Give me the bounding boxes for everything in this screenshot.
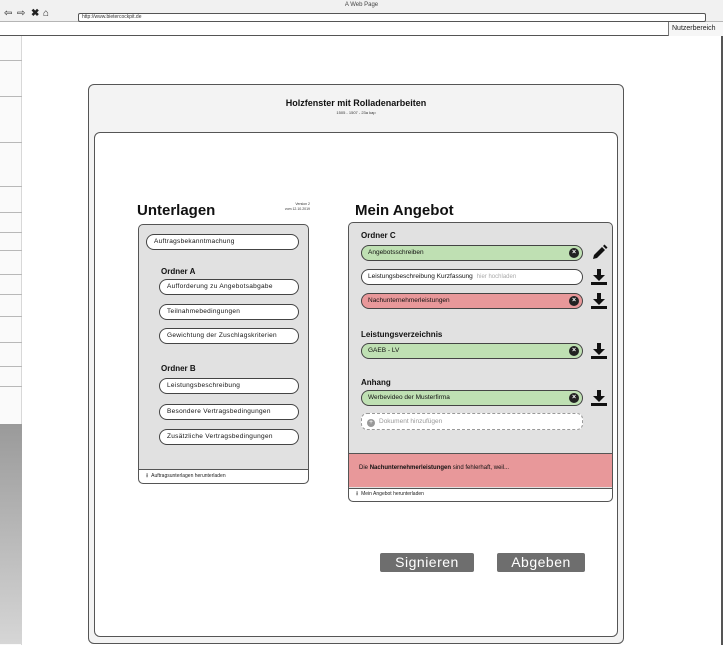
download-icon: ⭳ [146,473,149,479]
doc-besondere-vertragsbedingungen[interactable]: Besondere Vertragsbedingungen [159,404,299,420]
remove-icon[interactable]: × [569,296,579,306]
download-icon[interactable] [590,292,608,310]
download-icon: ⭳ [356,491,359,497]
home-icon[interactable]: ⌂ [43,9,49,19]
sign-button[interactable]: Signieren [380,553,474,572]
page-subtitle: 1505 - 1507 - 23a kap [336,110,376,115]
error-message: Die Nachunternehmerleistungen sind fehle… [349,453,612,487]
download-icon[interactable] [590,389,608,407]
window-title: A Web Page [344,2,379,8]
angebot-download-label: Mein Angebot herunterladen [361,491,424,497]
user-area-link[interactable]: Nutzerbereich [668,22,723,36]
upload-placeholder: hier hochladen [476,274,517,280]
address-bar[interactable]: http://www.bietercockpit.de [78,13,706,22]
version-date: vom 12.10.2019 [284,206,310,211]
remove-icon[interactable]: × [569,393,579,403]
slot-label: Werbevideo der Musterfirma [368,394,450,401]
doc-aufforderung[interactable]: Aufforderung zu Angebotsabgabe [159,279,299,295]
slot-nachunternehmerleistungen[interactable]: Nachunternehmerleistungen × [361,293,583,309]
forward-arrow-icon[interactable]: ⇨ [17,9,25,19]
download-icon[interactable] [590,342,608,360]
unterlagen-download-label: Auftragsunterlagen herunterladen [151,473,226,479]
close-icon[interactable]: ✖ [31,9,39,19]
leistungsverzeichnis-label: Leistungsverzeichnis [361,330,443,339]
add-document-label: Dokument hinzufügen [379,418,443,425]
doc-teilnahmebedingungen[interactable]: Teilnahmebedingungen [159,304,299,320]
browser-toolbar: A Web Page ⇦ ⇨ ✖ ⌂ http://www.bietercock… [0,0,723,22]
download-icon[interactable] [590,268,608,286]
slot-label: Leistungsbeschreibung Kurzfassung [368,273,473,280]
angebot-download-link[interactable]: ⭳ Mein Angebot herunterladen [349,488,612,501]
slot-leistungsbeschreibung-kurzfassung[interactable]: Leistungsbeschreibung Kurzfassung hier ho… [361,269,583,285]
left-sidebar-edge [0,36,22,645]
slot-gaeb-lv[interactable]: GAEB - LV × [361,343,583,359]
page-title: Holzfenster mit Rolladenarbeiten [285,98,427,108]
unterlagen-heading: Unterlagen [137,202,216,219]
remove-icon[interactable]: × [569,248,579,258]
version-info: Version 2 vom 12.10.2019 [250,202,310,211]
top-navigation-bar [0,22,723,36]
remove-icon[interactable]: × [569,346,579,356]
doc-gewichtung[interactable]: Gewichtung der Zuschlagskriterien [159,328,299,344]
submit-button[interactable]: Abgeben [497,553,585,572]
unterlagen-download-link[interactable]: ⭳ Auftragsunterlagen herunterladen [139,469,308,483]
folder-a-label: Ordner A [161,267,196,276]
slot-label: GAEB - LV [368,347,400,354]
slot-label: Nachunternehmerleistungen [368,297,450,304]
back-arrow-icon[interactable]: ⇦ [4,9,12,19]
add-document-button[interactable]: + Dokument hinzufügen [361,413,583,430]
error-highlight: Nachunternehmerleistungen [369,465,452,471]
plus-icon: + [367,419,375,427]
doc-leistungsbeschreibung[interactable]: Leistungsbeschreibung [159,378,299,394]
doc-auftragsbekanntmachung[interactable]: Auftragsbekanntmachung [146,234,299,250]
slot-werbevideo[interactable]: Werbevideo der Musterfirma × [361,390,583,406]
error-prefix: Die [359,465,369,471]
angebot-heading: Mein Angebot [355,202,454,219]
anhang-label: Anhang [361,378,391,387]
folder-b-label: Ordner B [161,364,196,373]
error-suffix: sind fehlerhaft, weil... [452,465,510,471]
slot-angebotsschreiben[interactable]: Angebotsschreiben × [361,245,583,261]
ordner-c-label: Ordner C [361,231,396,240]
angebot-panel: Die Nachunternehmerleistungen sind fehle… [348,222,613,502]
unterlagen-panel: ⭳ Auftragsunterlagen herunterladen [138,224,309,484]
slot-label: Angebotsschreiben [368,249,424,256]
pencil-icon[interactable] [590,244,608,262]
doc-zusaetzliche-vertragsbedingungen[interactable]: Zusätzliche Vertragsbedingungen [159,429,299,445]
